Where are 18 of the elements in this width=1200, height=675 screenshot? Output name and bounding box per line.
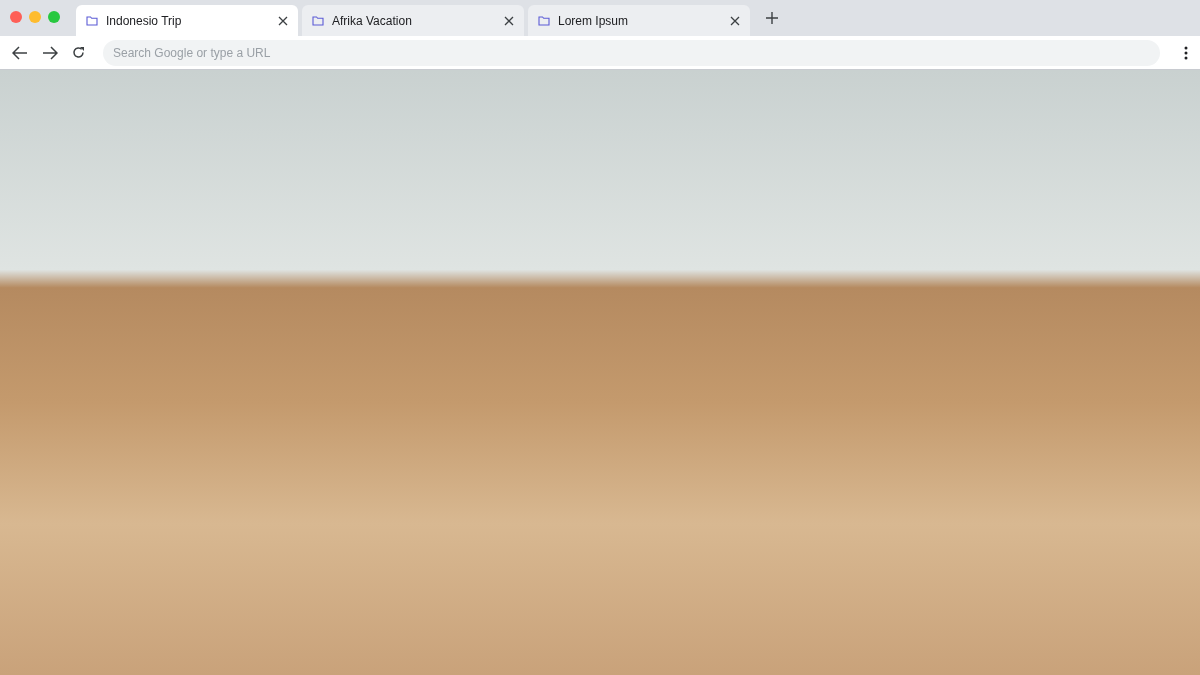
close-tab-icon[interactable] <box>504 15 514 26</box>
tab-title: Indonesio Trip <box>106 13 183 28</box>
menu-icon[interactable] <box>1184 45 1188 60</box>
browser-tab[interactable]: Lorem Ipsum <box>528 5 750 36</box>
close-tab-icon[interactable] <box>278 15 288 26</box>
reload-icon[interactable] <box>72 46 85 59</box>
folder-icon <box>312 15 324 26</box>
browser-tab[interactable]: Afrika Vacation <box>302 5 524 36</box>
browser-tab[interactable]: Indonesio Trip <box>76 5 298 36</box>
close-tab-icon[interactable] <box>730 15 740 26</box>
tab-title: Lorem Ipsum <box>558 13 630 28</box>
address-bar[interactable]: Search Google or type a URL <box>103 39 1160 66</box>
folder-icon <box>86 15 98 26</box>
folder-icon <box>538 15 550 26</box>
back-icon[interactable] <box>12 45 28 60</box>
forward-icon[interactable] <box>42 45 58 60</box>
new-tab-icon[interactable] <box>766 12 778 24</box>
tab-title: Afrika Vacation <box>332 13 413 28</box>
